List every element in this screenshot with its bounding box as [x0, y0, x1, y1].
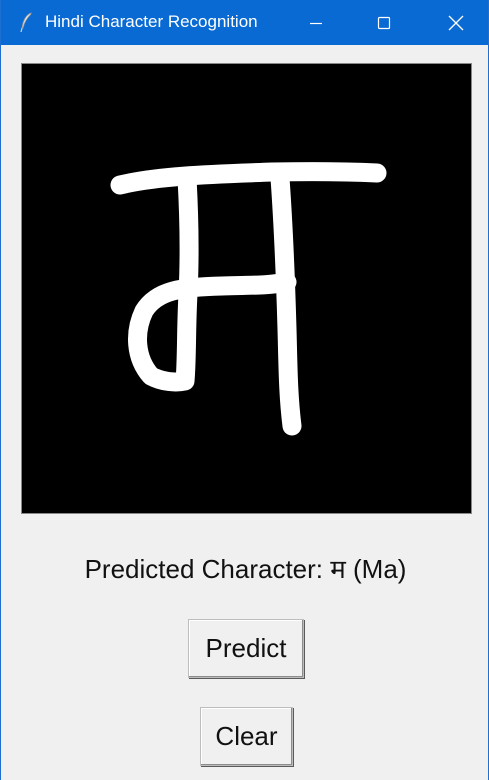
- window-title: Hindi Character Recognition: [45, 12, 258, 31]
- minimize-button[interactable]: [282, 0, 350, 45]
- maximize-button[interactable]: [350, 0, 418, 45]
- app-window: Hindi Character Recognition Predicted Ch…: [0, 0, 489, 780]
- close-button[interactable]: [422, 0, 489, 45]
- drawn-character: [110, 162, 387, 436]
- drawing-canvas[interactable]: [21, 63, 472, 514]
- clear-button[interactable]: Clear: [200, 707, 293, 766]
- minimize-icon: [310, 22, 322, 24]
- prediction-label: Predicted Character: म (Ma): [84, 554, 407, 584]
- maximize-icon: [377, 16, 391, 29]
- close-icon: [448, 15, 464, 30]
- feather-icon: [18, 11, 36, 33]
- predict-button[interactable]: Predict: [188, 619, 304, 678]
- title-bar[interactable]: Hindi Character Recognition: [1, 0, 488, 45]
